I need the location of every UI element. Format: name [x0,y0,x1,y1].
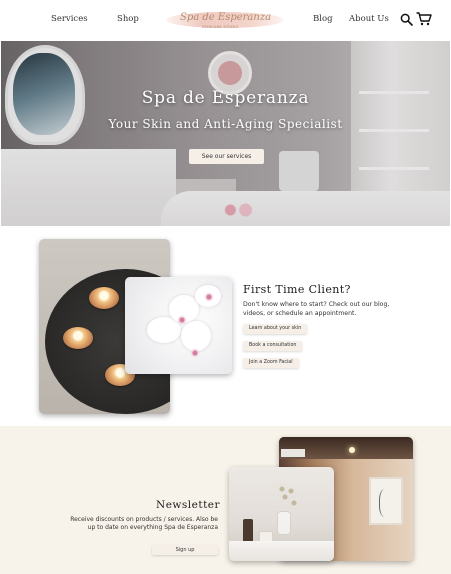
see-services-button[interactable]: See our services [189,149,264,164]
hero-banner: Spa de Esperanza Your Skin and Anti-Agin… [1,41,450,226]
orchid-photo [125,277,232,374]
nav-link-services[interactable]: Services [51,14,88,24]
first-time-title: First Time Client? [243,283,351,296]
cart-icon[interactable] [416,12,432,26]
hero-overlay [1,41,450,226]
brand-logo[interactable]: Spa de Esperanza SKINCARE STUDIO [166,6,284,34]
hero-title: Spa de Esperanza [141,88,310,108]
orchid-center [175,313,189,327]
glass-vase [277,511,291,535]
room-wall-art-figure [379,489,393,517]
room-air-conditioner [281,449,305,457]
logo-text: Spa de Esperanza [180,12,272,23]
towel [229,541,334,561]
nav-link-blog[interactable]: Blog [313,14,333,24]
book-consultation-button[interactable]: Book a consultation [243,341,303,351]
nav-link-shop[interactable]: Shop [117,14,139,24]
spa-products-photo [229,467,334,561]
logo-tagline: SKINCARE STUDIO [202,25,239,29]
product-bottle [243,519,253,543]
hero-subtitle: Your Skin and Anti-Aging Specialist [108,117,343,131]
search-icon[interactable] [400,13,413,26]
candle [89,287,119,309]
candle [63,327,93,349]
top-navigation: Services Shop Spa de Esperanza SKINCARE … [0,0,451,40]
learn-skin-button[interactable]: Learn about your skin [243,324,308,334]
newsletter-title: Newsletter [156,499,221,511]
room-light [349,447,355,453]
orchid-center [203,291,215,303]
zoom-facial-button[interactable]: Join a Zoom Facial [243,358,299,368]
orchid-center [189,347,201,359]
nav-link-about[interactable]: About Us [349,14,389,24]
first-time-description: Don't know where to start? Check out our… [243,301,390,317]
newsletter-signup-button[interactable]: Sign up [152,545,218,555]
newsletter-description: Receive discounts on products / services… [70,516,218,531]
